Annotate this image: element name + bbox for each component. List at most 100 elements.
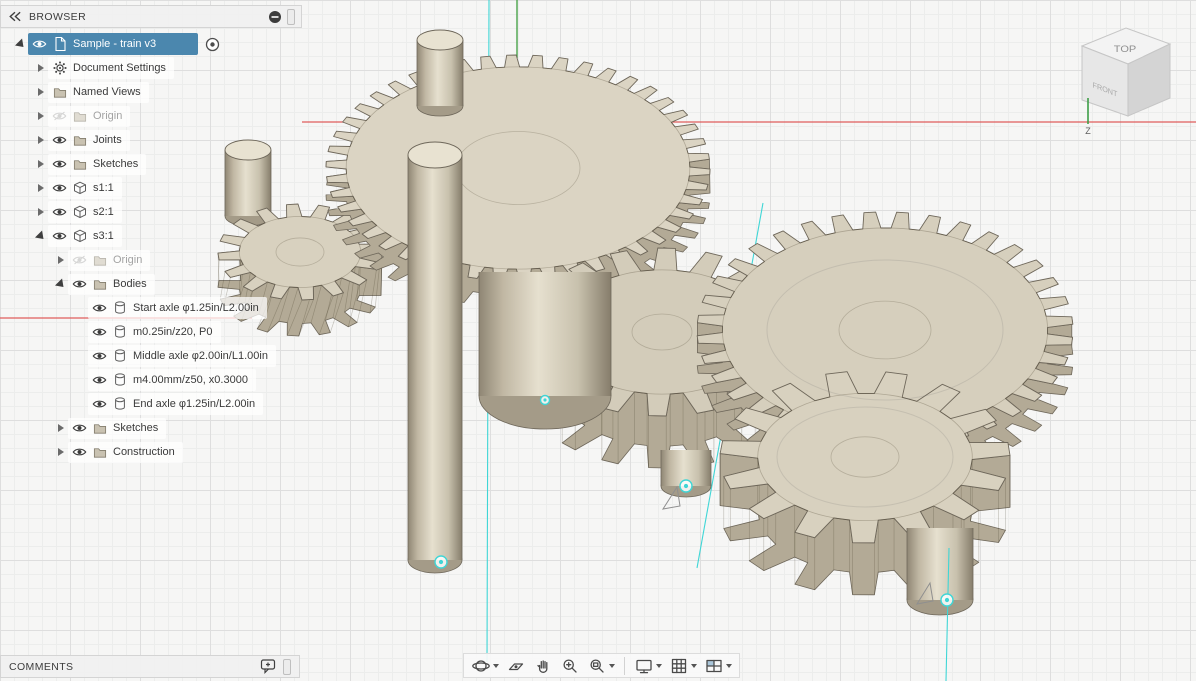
dropdown-caret-icon[interactable] bbox=[691, 663, 697, 668]
expanded-arrow-icon[interactable] bbox=[34, 229, 48, 243]
folder-icon bbox=[92, 421, 108, 436]
row-content: Bodies bbox=[68, 273, 155, 295]
viewcube-z-label: Z bbox=[1085, 126, 1091, 136]
browser-item-document-settings[interactable]: Document Settings bbox=[0, 56, 302, 80]
look-at-tool[interactable] bbox=[503, 655, 529, 677]
folder-icon bbox=[92, 253, 108, 268]
browser-item-named-views[interactable]: Named Views bbox=[0, 80, 302, 104]
viewports-tool[interactable] bbox=[701, 655, 735, 677]
view-cube[interactable]: TOP FRONT Z bbox=[1072, 14, 1184, 141]
collapsed-arrow-icon[interactable] bbox=[34, 205, 48, 219]
browser-item-origin[interactable]: Origin bbox=[0, 104, 302, 128]
browser-item-s3-1[interactable]: s3:1 bbox=[0, 224, 302, 248]
activate-component-radio[interactable] bbox=[205, 37, 220, 52]
dropdown-caret-icon[interactable] bbox=[493, 663, 499, 668]
collapsed-arrow-icon[interactable] bbox=[54, 421, 68, 435]
item-label: Origin bbox=[93, 110, 123, 122]
browser-item-construction[interactable]: Construction bbox=[0, 440, 302, 464]
collapsed-arrow-icon[interactable] bbox=[34, 109, 48, 123]
browser-item-sketches[interactable]: Sketches bbox=[0, 152, 302, 176]
visibility-eye-icon[interactable] bbox=[92, 326, 107, 338]
browser-item-joints[interactable]: Joints bbox=[0, 128, 302, 152]
visibility-eye-icon[interactable] bbox=[52, 206, 67, 218]
collapse-panel-icon[interactable] bbox=[7, 10, 22, 23]
folder-icon bbox=[52, 85, 68, 100]
collapsed-arrow-icon[interactable] bbox=[34, 61, 48, 75]
visibility-off-icon[interactable] bbox=[72, 254, 87, 266]
row-content: m0.25in/z20, P0 bbox=[88, 321, 221, 343]
viewcube-top-label[interactable]: TOP bbox=[1114, 45, 1137, 55]
joint-marker[interactable] bbox=[539, 394, 551, 406]
visibility-eye-icon[interactable] bbox=[52, 230, 67, 242]
row-content: Origin bbox=[48, 105, 131, 127]
collapsed-arrow-icon[interactable] bbox=[34, 133, 48, 147]
end-axle-cylinder[interactable] bbox=[906, 528, 974, 616]
browser-item-s1-1[interactable]: s1:1 bbox=[0, 176, 302, 200]
visibility-eye-icon[interactable] bbox=[52, 158, 67, 170]
grid-and-snaps-tool[interactable] bbox=[666, 655, 700, 677]
display-settings-tool[interactable] bbox=[631, 655, 665, 677]
row-content: Start axle φ1.25in/L2.00in bbox=[88, 297, 267, 319]
expanded-arrow-icon[interactable] bbox=[54, 277, 68, 291]
zoom-tool[interactable] bbox=[557, 655, 583, 677]
browser-tree: Sample - train v3 Document Settings Named … bbox=[0, 28, 302, 464]
add-comment-icon[interactable] bbox=[260, 658, 278, 675]
item-label: Document Settings bbox=[73, 62, 166, 74]
browser-item-middle-axle-2-00in-l1-00in[interactable]: Middle axle φ2.00in/L1.00in bbox=[0, 344, 302, 368]
collapsed-arrow-icon[interactable] bbox=[54, 253, 68, 267]
joint-marker[interactable] bbox=[940, 593, 954, 607]
panel-drag-grip[interactable] bbox=[287, 8, 295, 25]
body-icon bbox=[112, 348, 128, 364]
browser-item-m4-00mm-z50-x0-3000[interactable]: m4.00mm/z50, x0.3000 bbox=[0, 368, 302, 392]
dropdown-caret-icon[interactable] bbox=[726, 663, 732, 668]
visibility-eye-icon[interactable] bbox=[52, 134, 67, 146]
visibility-eye-icon[interactable] bbox=[52, 182, 67, 194]
browser-item-sample-train-v3[interactable]: Sample - train v3 bbox=[0, 32, 302, 56]
visibility-eye-icon[interactable] bbox=[92, 302, 107, 314]
orbit-tool[interactable] bbox=[468, 655, 502, 677]
item-label: s1:1 bbox=[93, 182, 114, 194]
minimize-panel-icon[interactable] bbox=[268, 10, 282, 24]
browser-item-bodies[interactable]: Bodies bbox=[0, 272, 302, 296]
dropdown-caret-icon[interactable] bbox=[609, 663, 615, 668]
start-axle-cylinder[interactable] bbox=[407, 141, 463, 574]
browser-item-m0-25in-z20-p0[interactable]: m0.25in/z20, P0 bbox=[0, 320, 302, 344]
visibility-eye-icon[interactable] bbox=[72, 422, 87, 434]
collapsed-arrow-icon[interactable] bbox=[54, 445, 68, 459]
visibility-eye-icon[interactable] bbox=[92, 398, 107, 410]
body-icon bbox=[112, 396, 128, 412]
row-content: s1:1 bbox=[48, 177, 122, 199]
joint-marker[interactable] bbox=[679, 479, 693, 493]
row-content: Sketches bbox=[48, 153, 147, 175]
row-content: s3:1 bbox=[48, 225, 122, 247]
browser-item-sketches[interactable]: Sketches bbox=[0, 416, 302, 440]
expanded-arrow-icon[interactable] bbox=[14, 37, 28, 51]
collapsed-arrow-icon[interactable] bbox=[34, 85, 48, 99]
visibility-eye-icon[interactable] bbox=[92, 374, 107, 386]
browser-item-end-axle-1-25in-l2-00in[interactable]: End axle φ1.25in/L2.00in bbox=[0, 392, 302, 416]
visibility-eye-icon[interactable] bbox=[72, 278, 87, 290]
browser-item-start-axle-1-25in-l2-00in[interactable]: Start axle φ1.25in/L2.00in bbox=[0, 296, 302, 320]
comments-panel[interactable]: COMMENTS bbox=[0, 655, 300, 678]
browser-item-s2-1[interactable]: s2:1 bbox=[0, 200, 302, 224]
pan-tool[interactable] bbox=[530, 655, 556, 677]
collapsed-arrow-icon[interactable] bbox=[34, 181, 48, 195]
row-content: Sketches bbox=[68, 417, 167, 439]
visibility-eye-icon[interactable] bbox=[32, 38, 47, 50]
row-content: Document Settings bbox=[48, 57, 174, 79]
visibility-off-icon[interactable] bbox=[52, 110, 67, 122]
comments-drag-grip[interactable] bbox=[283, 658, 291, 675]
joint-marker[interactable] bbox=[434, 555, 448, 569]
component-root-icon bbox=[52, 36, 68, 52]
middle-axle-cylinder[interactable] bbox=[478, 272, 612, 430]
no-arrow bbox=[74, 301, 88, 315]
fit-tool[interactable] bbox=[584, 655, 618, 677]
item-label: Named Views bbox=[73, 86, 141, 98]
visibility-eye-icon[interactable] bbox=[92, 350, 107, 362]
large-helical-gear[interactable] bbox=[325, 54, 711, 308]
browser-item-origin[interactable]: Origin bbox=[0, 248, 302, 272]
visibility-eye-icon[interactable] bbox=[72, 446, 87, 458]
dropdown-caret-icon[interactable] bbox=[656, 663, 662, 668]
collapsed-arrow-icon[interactable] bbox=[34, 157, 48, 171]
axle-top-stub[interactable] bbox=[416, 29, 464, 117]
